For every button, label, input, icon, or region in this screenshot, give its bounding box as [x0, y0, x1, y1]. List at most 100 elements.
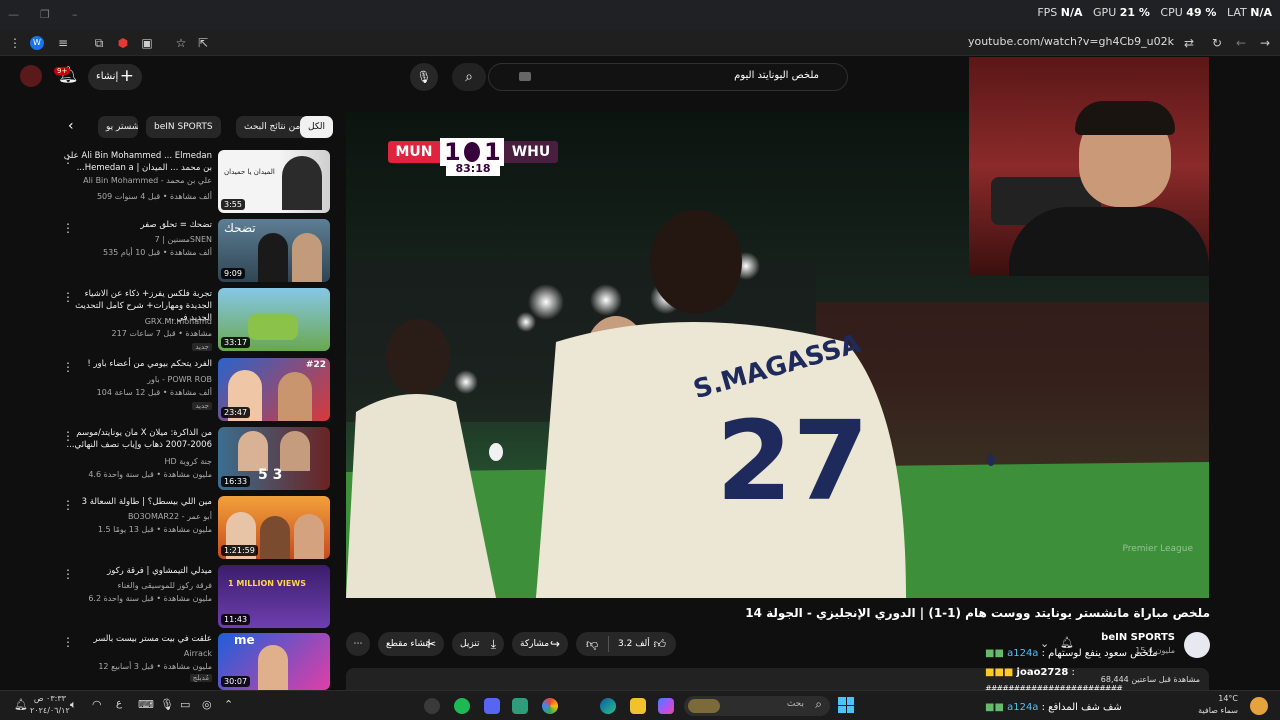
weather-icon[interactable] — [1250, 697, 1268, 715]
search-button[interactable]: ⌕ — [452, 63, 486, 91]
video-thumbnail[interactable]: 1:21:59 — [218, 496, 330, 559]
close-icon[interactable]: – — [72, 8, 86, 22]
more-actions-button[interactable]: ⋯ — [346, 632, 370, 656]
list-item[interactable]: 1:21:59 مين اللي بيسطل؟ | طاولة السعالة … — [60, 496, 330, 560]
video-thumbnail[interactable]: تضحك 9:09 — [218, 219, 330, 282]
like-icon[interactable]: 👍︎ — [653, 632, 666, 656]
battery-icon[interactable]: ▭ — [180, 698, 190, 711]
more-options-icon[interactable]: ⋮ — [62, 635, 74, 649]
wifi-icon[interactable]: ◠ — [92, 698, 102, 711]
channel-name[interactable]: Airrack — [184, 649, 212, 658]
more-options-icon[interactable]: ⋮ — [62, 152, 74, 166]
channel-name[interactable]: HD جنة كروية — [164, 457, 212, 466]
app-icon[interactable] — [512, 698, 528, 714]
menu-dots-icon[interactable]: ⋮ — [6, 34, 24, 52]
chip-manchester[interactable]: مانشستر يو — [98, 116, 138, 138]
more-options-icon[interactable]: ⋮ — [62, 360, 74, 374]
video-thumbnail[interactable]: 5 3 16:33 — [218, 427, 330, 490]
extensions-icon[interactable]: ⧉ — [90, 34, 108, 52]
language-indicator[interactable]: ع — [116, 698, 122, 709]
video-title[interactable]: الفرد يتحكم بيومي من أعضاء باور ! — [62, 358, 212, 370]
video-thumbnail[interactable]: 33:17 — [218, 288, 330, 351]
more-options-icon[interactable]: ⋮ — [62, 498, 74, 512]
clock[interactable]: ٠٣:٣٣ ص ٢٠٢٤/٠٦/١٢ — [30, 693, 70, 717]
share-button[interactable]: مشاركة ↪ — [512, 632, 568, 656]
edge-icon[interactable] — [600, 698, 616, 714]
spotify-icon[interactable] — [454, 698, 470, 714]
list-item[interactable]: #22 23:47 الفرد يتحكم بيومي من أعضاء باو… — [60, 358, 330, 422]
notification-center-icon[interactable]: 🔔︎ — [14, 698, 28, 711]
list-item[interactable]: 5 3 16:33 من الذاكرة: ميلان X مان يونايت… — [60, 427, 330, 491]
windows-start-icon[interactable] — [838, 697, 854, 713]
screenshot-icon[interactable]: ▣ — [138, 34, 156, 52]
reading-list-icon[interactable]: ≡ — [54, 34, 72, 52]
copilot-icon[interactable] — [658, 698, 674, 714]
tray-chevron-icon[interactable]: ⌃ — [224, 698, 233, 711]
more-options-icon[interactable]: ⋮ — [62, 221, 74, 235]
discord-icon[interactable] — [484, 698, 500, 714]
chat-text: شف شف المدافع — [1048, 702, 1122, 713]
create-button[interactable]: إنشاء + — [88, 64, 142, 90]
keyboard-icon[interactable] — [519, 72, 531, 81]
address-bar[interactable]: youtube.com/watch?v=gh4Cb9_u02k — [968, 35, 1174, 48]
list-item[interactable]: الميدان يا حميدان 3:55 Ali Bin Mohammed … — [60, 150, 330, 214]
chrome-icon[interactable] — [542, 698, 558, 714]
video-thumbnail[interactable]: #22 23:47 — [218, 358, 330, 421]
file-explorer-icon[interactable] — [630, 698, 646, 714]
video-thumbnail[interactable]: 1 MILLION VIEWS 11:43 — [218, 565, 330, 628]
avatar[interactable] — [20, 65, 42, 87]
minimize-icon[interactable]: — — [8, 8, 22, 22]
more-options-icon[interactable]: ⋮ — [62, 290, 74, 304]
channel-name-main[interactable]: beIN SPORTS — [1101, 632, 1175, 643]
keyboard-icon[interactable]: ⌨ — [138, 698, 154, 711]
chip-from-search[interactable]: من نتائج البحث — [236, 116, 309, 138]
volume-icon[interactable]: 🔈︎ — [70, 698, 77, 712]
list-item[interactable]: me 30:07 علقت في بيت مستر بيست بالسر Air… — [60, 633, 330, 697]
video-title[interactable]: تضحك = تحلق صفر — [62, 219, 212, 231]
taskbar-search[interactable]: بحث ⌕ — [684, 696, 830, 716]
search-input[interactable]: ملخص اليونايتد اليوم — [488, 63, 848, 91]
chip-all[interactable]: الكل — [300, 116, 334, 138]
video-thumbnail[interactable]: me 30:07 — [218, 633, 330, 690]
location-icon[interactable]: ◎ — [202, 698, 212, 711]
channel-avatar[interactable] — [1184, 632, 1210, 658]
video-title[interactable]: مين اللي بيسطل؟ | طاولة السعالة 3 — [62, 496, 212, 508]
video-title[interactable]: من الذاكرة: ميلان X مان يونايتد/موسم 200… — [62, 427, 212, 451]
more-options-icon[interactable]: ⋮ — [62, 567, 74, 581]
shield-icon[interactable]: ⬢ — [114, 34, 132, 52]
list-item[interactable]: تضحك 9:09 تضحك = تحلق صفر مسنين | 7SNEN … — [60, 219, 330, 283]
restore-icon[interactable]: ❐ — [40, 8, 54, 22]
tune-icon[interactable]: ⇄ — [1180, 34, 1198, 52]
download-label: تنزيل — [460, 639, 480, 649]
list-item[interactable]: 33:17 تجربة فلكس يفرز+ ذكاء عن الاشياء ا… — [60, 288, 330, 352]
mic-tray-icon[interactable]: 🎙︎ — [160, 698, 174, 711]
dislike-icon[interactable]: 👎︎ — [586, 632, 598, 656]
video-thumbnail[interactable]: الميدان يا حميدان 3:55 — [218, 150, 330, 213]
video-title[interactable]: علقت في بيت مستر بيست بالسر — [62, 633, 212, 645]
clip-button[interactable]: إنشاء مقطع ✂ — [378, 632, 444, 656]
reload-icon[interactable]: ↻ — [1208, 34, 1226, 52]
back-icon[interactable]: → — [1256, 34, 1274, 52]
like-count[interactable]: 3.2 ألف — [618, 632, 650, 656]
forward-icon[interactable]: ← — [1232, 34, 1250, 52]
channel-name[interactable]: Ali Bin Mohammed - علي بن محمد — [83, 176, 212, 185]
channel-name[interactable]: BO3OMAR22 - أبو عمر — [128, 512, 212, 521]
channel-name[interactable]: فرقة ركوز للموسيقى والغناء — [118, 581, 212, 590]
channel-name[interactable]: باور - POWR ROB — [147, 375, 212, 384]
bookmark-star-icon[interactable]: ☆ — [172, 34, 190, 52]
video-meta: 6.2 مليون مشاهدة • قبل سنة واحدة — [88, 594, 212, 603]
download-button[interactable]: تنزيل ⤓ — [452, 632, 504, 656]
list-item[interactable]: 1 MILLION VIEWS 11:43 ميدلي التيمشاوي | … — [60, 565, 330, 629]
channel-name[interactable]: GRX.Mr.mohamd — [145, 317, 212, 326]
more-options-icon[interactable]: ⋮ — [62, 429, 74, 443]
obs-icon[interactable] — [424, 698, 440, 714]
chip-bein[interactable]: beIN SPORTS — [146, 116, 221, 138]
share-page-icon[interactable]: ⇱ — [194, 34, 212, 52]
video-title[interactable]: ميدلي التيمشاوي | فرقة ركوز — [62, 565, 212, 577]
voice-search-button[interactable]: 🎙︎ — [410, 63, 438, 91]
weather-widget[interactable]: 14°C سماء صافية — [1198, 693, 1238, 717]
video-title[interactable]: Ali Bin Mohammed ... Elmedan على بن محمد… — [62, 150, 212, 174]
chevron-left-icon[interactable]: ‹ — [68, 118, 74, 134]
channel-name[interactable]: مسنين | 7SNEN — [155, 235, 212, 244]
profile-icon[interactable]: W — [30, 36, 44, 50]
